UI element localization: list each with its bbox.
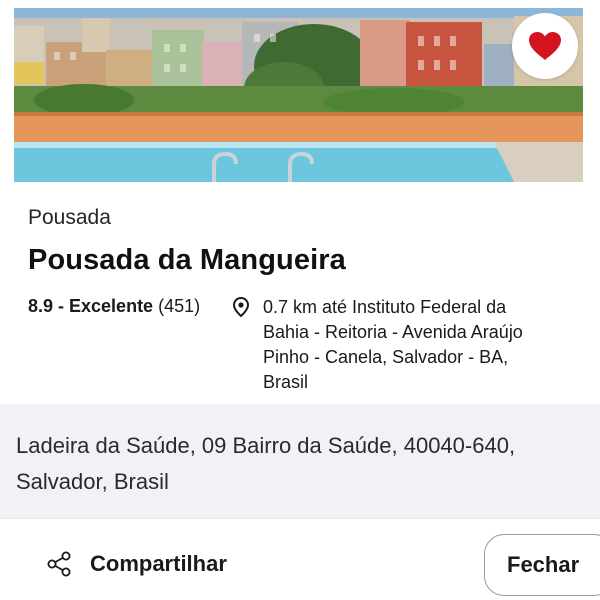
hotel-card: Pousada Pousada da Mangueira 8.9 - Excel…	[14, 0, 583, 404]
property-type: Pousada	[28, 206, 111, 229]
rating: 8.9 - Excelente (451)	[28, 296, 200, 317]
address-line: Ladeira da Saúde, 09 Bairro da Saúde, 40…	[16, 433, 516, 458]
address-section: Ladeira da Saúde, 09 Bairro da Saúde, 40…	[0, 404, 600, 519]
review-count: (451)	[158, 296, 201, 316]
distance-line: Brasil	[263, 372, 309, 392]
share-button[interactable]: Compartilhar	[46, 546, 227, 582]
map-pin-icon	[232, 296, 250, 322]
close-button[interactable]: Fechar	[484, 534, 600, 596]
hotel-name[interactable]: Pousada da Mangueira	[28, 244, 346, 277]
distance-line: Pinho - Canela, Salvador - BA,	[263, 347, 509, 367]
address-line: Salvador, Brasil	[16, 469, 169, 494]
distance-info: 0.7 km até Instituto Federal da Bahia - …	[263, 295, 568, 395]
heart-icon	[529, 32, 561, 60]
rating-score: 8.9 - Excelente	[28, 296, 154, 316]
hotel-photo[interactable]	[14, 8, 583, 182]
distance-line: Bahia - Reitoria - Avenida Araújo	[263, 322, 523, 342]
hotel-address: Ladeira da Saúde, 09 Bairro da Saúde, 40…	[16, 428, 576, 500]
favorite-button[interactable]	[512, 13, 578, 79]
share-label: Compartilhar	[90, 551, 227, 576]
distance-line: 0.7 km até Instituto Federal da	[263, 297, 507, 317]
share-icon	[47, 551, 71, 577]
